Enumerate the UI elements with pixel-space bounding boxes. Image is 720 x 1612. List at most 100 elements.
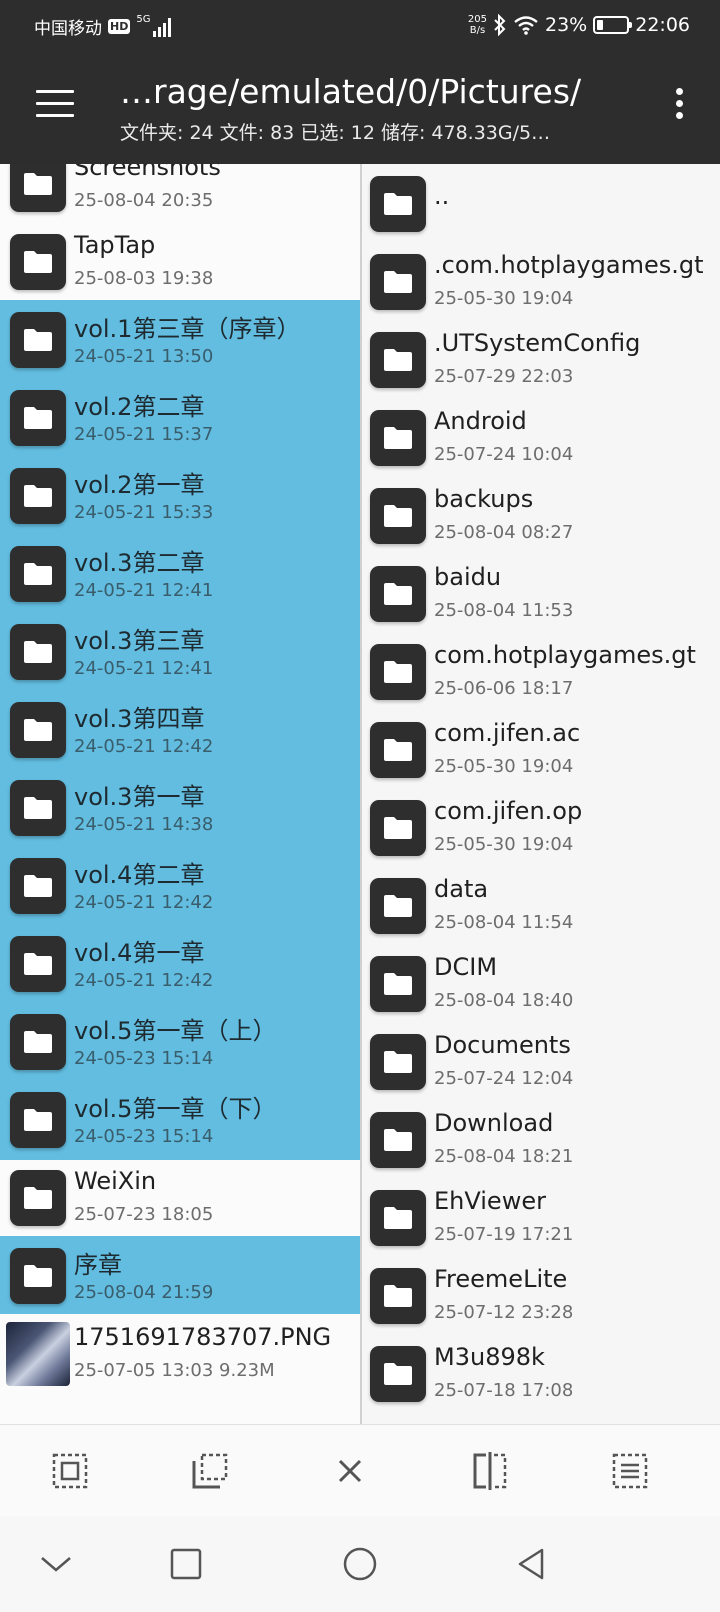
folder-row[interactable]: vol.3第二章 24-05-21 12:41 <box>0 534 360 614</box>
item-name: vol.2第一章 <box>74 471 205 499</box>
folder-row[interactable]: Screenshots 25-08-04 20:35 <box>0 164 360 224</box>
item-meta: 24-05-21 12:42 <box>74 970 214 991</box>
item-name: Android <box>434 407 527 435</box>
folder-row[interactable]: .UTSystemConfig 25-07-29 22:03 <box>362 320 720 400</box>
more-options-icon[interactable] <box>674 88 684 124</box>
item-meta: 24-05-23 15:14 <box>74 1048 214 1069</box>
folder-icon <box>10 936 66 992</box>
folder-row[interactable]: com.jifen.op 25-05-30 19:04 <box>362 788 720 868</box>
folder-row[interactable]: com.jifen.ac 25-05-30 19:04 <box>362 710 720 790</box>
file-row[interactable]: 1751691783707.PNG 25-07-05 13:03 9.23M <box>0 1314 360 1394</box>
select-all-icon[interactable] <box>50 1451 90 1491</box>
folder-row[interactable]: .. <box>362 164 720 244</box>
menu-icon[interactable] <box>36 90 74 118</box>
folder-row[interactable]: vol.3第三章 24-05-21 12:41 <box>0 612 360 692</box>
folder-icon <box>10 164 66 212</box>
item-meta: 24-05-23 15:14 <box>74 1126 214 1147</box>
item-name: baidu <box>434 563 502 591</box>
item-name: Documents <box>434 1031 571 1059</box>
folder-row[interactable]: vol.2第一章 24-05-21 15:33 <box>0 456 360 536</box>
network-type: 5G <box>136 14 151 25</box>
folder-row[interactable]: .com.hotplaygames.gt 25-05-30 19:04 <box>362 242 720 322</box>
battery-percent: 23% <box>545 14 588 36</box>
folder-icon <box>370 956 426 1012</box>
back-triangle-icon[interactable] <box>512 1544 552 1584</box>
folder-icon <box>10 312 66 368</box>
signal-icon <box>153 17 172 37</box>
item-meta: 25-08-04 18:21 <box>434 1146 574 1167</box>
folder-row[interactable]: EhViewer 25-07-19 17:21 <box>362 1178 720 1258</box>
item-meta: 25-08-04 21:59 <box>74 1282 214 1303</box>
item-meta: 24-05-21 12:42 <box>74 736 214 757</box>
invert-selection-icon[interactable] <box>470 1451 510 1491</box>
folder-icon <box>370 800 426 856</box>
selection-toolbar <box>0 1424 720 1516</box>
item-name: vol.3第一章 <box>74 783 205 811</box>
folder-icon <box>10 702 66 758</box>
folder-icon <box>10 390 66 446</box>
folder-icon <box>370 1034 426 1090</box>
folder-row[interactable]: vol.5第一章（下） 24-05-23 15:14 <box>0 1080 360 1160</box>
folder-row[interactable]: M3u898k 25-07-18 17:08 <box>362 1334 720 1414</box>
folder-row[interactable]: Download 25-08-04 18:21 <box>362 1100 720 1180</box>
folder-row[interactable]: backups 25-08-04 08:27 <box>362 476 720 556</box>
item-name: backups <box>434 485 534 513</box>
hd-badge: HD <box>108 19 131 34</box>
folder-row[interactable]: vol.3第一章 24-05-21 14:38 <box>0 768 360 848</box>
folder-icon <box>10 624 66 680</box>
speed-value: 205 <box>467 14 487 25</box>
status-bar: 中国移动 HD 5G 205 B/s 23% 22:06 <box>0 0 720 52</box>
folder-row[interactable]: baidu 25-08-04 11:53 <box>362 554 720 634</box>
folder-row[interactable]: vol.4第一章 24-05-21 12:42 <box>0 924 360 1004</box>
select-range-icon[interactable] <box>190 1451 230 1491</box>
item-meta: 25-05-30 19:04 <box>434 288 574 309</box>
item-meta: 24-05-21 14:38 <box>74 814 214 835</box>
folder-row[interactable]: vol.4第二章 24-05-21 12:42 <box>0 846 360 926</box>
item-name: com.hotplaygames.gt <box>434 641 696 669</box>
folder-icon <box>370 410 426 466</box>
right-file-pane[interactable]: .. .com.hotplaygames.gt 25-05-30 19:04 .UTS… <box>362 164 720 1424</box>
folder-icon <box>370 722 426 778</box>
folder-row[interactable]: vol.5第一章（上） 24-05-23 15:14 <box>0 1002 360 1082</box>
folder-icon <box>370 1112 426 1168</box>
chevron-down-icon[interactable] <box>36 1544 76 1584</box>
item-name: .. <box>434 182 450 210</box>
status-right: 205 B/s 23% 22:06 <box>468 14 690 36</box>
folder-icon <box>370 644 426 700</box>
item-meta: 25-08-04 18:40 <box>434 990 574 1011</box>
folder-row[interactable]: DCIM 25-08-04 18:40 <box>362 944 720 1024</box>
folder-row[interactable]: vol.3第四章 24-05-21 12:42 <box>0 690 360 770</box>
item-name: com.jifen.ac <box>434 719 581 747</box>
item-meta: 25-07-23 18:05 <box>74 1204 214 1225</box>
folder-row[interactable]: com.hotplaygames.gt 25-06-06 18:17 <box>362 632 720 712</box>
select-list-icon[interactable] <box>610 1451 650 1491</box>
item-meta: 25-07-29 22:03 <box>434 366 574 387</box>
left-file-pane[interactable]: Screenshots 25-08-04 20:35 TapTap 25-08-03 … <box>0 164 360 1424</box>
item-meta: 25-08-03 19:38 <box>74 268 214 289</box>
folder-row[interactable]: vol.2第二章 24-05-21 15:37 <box>0 378 360 458</box>
carrier-label: 中国移动 <box>34 19 102 39</box>
item-meta: 25-08-04 20:35 <box>74 190 214 211</box>
image-thumbnail <box>6 1322 70 1386</box>
current-path[interactable]: …rage/emulated/0/Pictures/ <box>120 72 581 111</box>
item-meta: 25-08-04 08:27 <box>434 522 574 543</box>
item-name: .com.hotplaygames.gt <box>434 251 704 279</box>
folder-row[interactable]: TapTap 25-08-03 19:38 <box>0 222 360 302</box>
folder-row[interactable]: 序章 25-08-04 21:59 <box>0 1236 360 1316</box>
item-name: vol.1第三章（序章） <box>74 315 301 343</box>
folder-row[interactable]: WeiXin 25-07-23 18:05 <box>0 1158 360 1238</box>
recents-square-icon[interactable] <box>166 1544 206 1584</box>
folder-icon <box>370 254 426 310</box>
status-left: 中国移动 HD 5G <box>34 14 174 39</box>
folder-row[interactable]: Documents 25-07-24 12:04 <box>362 1022 720 1102</box>
item-meta: 25-07-24 12:04 <box>434 1068 574 1089</box>
item-name: vol.5第一章（上） <box>74 1017 277 1045</box>
item-name: vol.3第三章 <box>74 627 205 655</box>
folder-row[interactable]: Android 25-07-24 10:04 <box>362 398 720 478</box>
item-name: TapTap <box>74 231 156 259</box>
folder-row[interactable]: data 25-08-04 11:54 <box>362 866 720 946</box>
folder-row[interactable]: FreemeLite 25-07-12 23:28 <box>362 1256 720 1336</box>
close-icon[interactable] <box>330 1451 370 1491</box>
folder-row[interactable]: vol.1第三章（序章） 24-05-21 13:50 <box>0 300 360 380</box>
home-circle-icon[interactable] <box>340 1544 380 1584</box>
